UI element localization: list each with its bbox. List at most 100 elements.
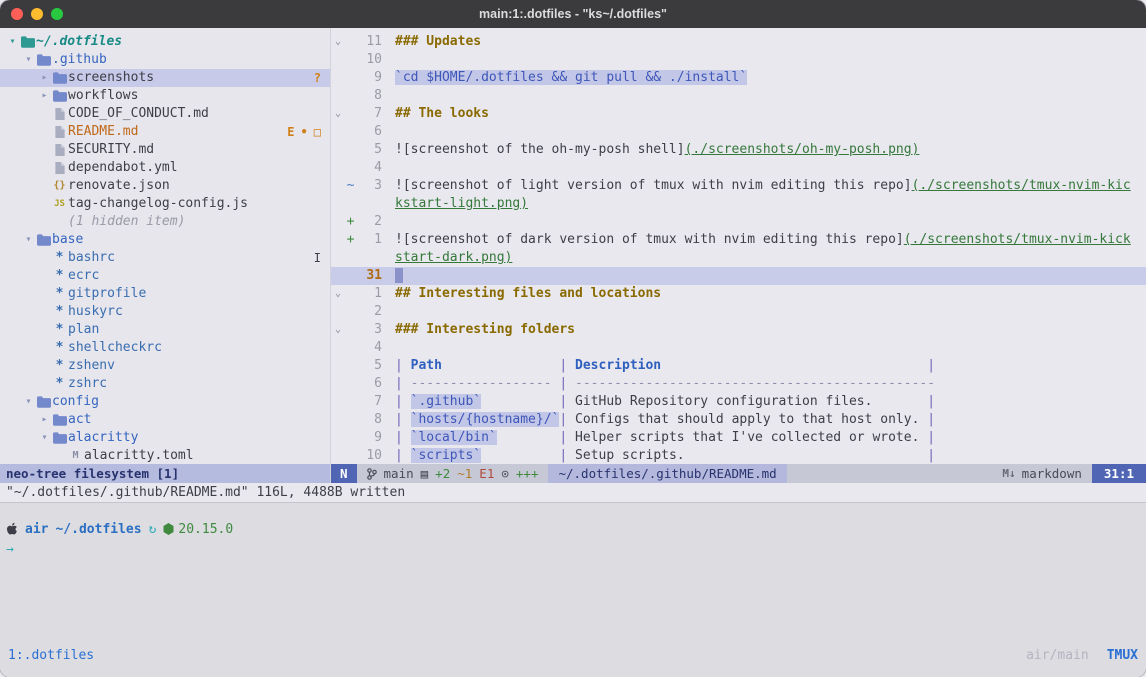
- file-icon: [55, 108, 65, 120]
- folder-tree-icon: [51, 432, 68, 444]
- tree-item[interactable]: *plan: [0, 321, 330, 339]
- editor-line[interactable]: ⌄ 11### Updates: [331, 33, 1146, 51]
- editor-line[interactable]: start-dark.png): [331, 249, 1146, 267]
- zoom-button[interactable]: [51, 8, 63, 20]
- tree-item[interactable]: ▸screenshots?: [0, 69, 330, 87]
- editor-line[interactable]: 4: [331, 159, 1146, 177]
- fold-chevron-icon[interactable]: ⌄: [331, 33, 345, 51]
- tree-item[interactable]: CODE_OF_CONDUCT.md: [0, 105, 330, 123]
- close-button[interactable]: [11, 8, 23, 20]
- editor-line[interactable]: +2: [331, 213, 1146, 231]
- prompt-hostname: air: [25, 522, 48, 537]
- editor-line[interactable]: 4: [331, 339, 1146, 357]
- tree-item[interactable]: SECURITY.md: [0, 141, 330, 159]
- tree-item[interactable]: ▾.github: [0, 51, 330, 69]
- fold-chevron-icon[interactable]: ⌄: [331, 285, 345, 303]
- tree-item[interactable]: {}renovate.json: [0, 177, 330, 195]
- text-segment-plain: Setup scripts.: [575, 448, 919, 463]
- folder-tree-icon: [51, 90, 68, 102]
- editor-line[interactable]: 5| Path | Description |: [331, 357, 1146, 375]
- text-segment-link: (./screenshots/tmux-nvim-kic: [912, 178, 1131, 193]
- prompt-arrow[interactable]: →: [6, 542, 1146, 562]
- titlebar[interactable]: main:1:.dotfiles - "ks~/.dotfiles": [0, 0, 1146, 28]
- sign-column: [345, 69, 356, 87]
- chevron-down-icon[interactable]: ▾: [22, 393, 35, 411]
- text-segment-th: Description: [575, 358, 661, 373]
- tree-item[interactable]: ▾~/.dotfiles: [0, 33, 330, 51]
- diff-added: +2: [435, 464, 450, 483]
- expander-spacer: [38, 321, 51, 339]
- tree-item-label: CODE_OF_CONDUCT.md: [68, 105, 209, 123]
- shell-pane[interactable]: air ~/.dotfiles ↻ 20.15.0 → 1:.dotfiles …: [0, 502, 1146, 677]
- tree-item[interactable]: ▾config: [0, 393, 330, 411]
- line-text: ![screenshot of dark version of tmux wit…: [395, 231, 1131, 249]
- folder-tree-icon: [35, 54, 52, 66]
- editor-line[interactable]: +1![screenshot of dark version of tmux w…: [331, 231, 1146, 249]
- tree-item-badges: I: [314, 249, 321, 267]
- tree-item[interactable]: dependabot.yml: [0, 159, 330, 177]
- tree-item-label: workflows: [68, 87, 138, 105]
- editor-line[interactable]: ~3![screenshot of light version of tmux …: [331, 177, 1146, 195]
- editor-line[interactable]: 9| `local/bin` | Helper scripts that I'v…: [331, 429, 1146, 447]
- tree-item[interactable]: *shellcheckrc: [0, 339, 330, 357]
- tree-item[interactable]: *ecrc: [0, 267, 330, 285]
- text-segment-pipe: |: [559, 412, 575, 427]
- editor-line[interactable]: ⌄ 1## Interesting files and locations: [331, 285, 1146, 303]
- editor-line[interactable]: 2: [331, 303, 1146, 321]
- editor-line[interactable]: 8: [331, 87, 1146, 105]
- chevron-down-icon[interactable]: ▾: [6, 33, 19, 51]
- editor-line[interactable]: 10| `scripts` | Setup scripts. |: [331, 447, 1146, 464]
- neotree-statusline: neo-tree filesystem [1]: [0, 464, 330, 483]
- tmux-window-name[interactable]: 1:.dotfiles: [8, 648, 94, 663]
- editor-line[interactable]: 6| ------------------ | ----------------…: [331, 375, 1146, 393]
- chevron-down-icon[interactable]: ▾: [22, 231, 35, 249]
- chevron-right-icon[interactable]: ▸: [38, 87, 51, 105]
- star-tree-icon: *: [51, 249, 68, 267]
- sign-column: [345, 411, 356, 429]
- tree-item[interactable]: *gitprofile: [0, 285, 330, 303]
- fold-chevron-icon[interactable]: ⌄: [331, 321, 345, 339]
- tree-item[interactable]: ▸ workflows: [0, 87, 330, 105]
- chevron-down-icon[interactable]: ▾: [22, 51, 35, 69]
- fold-column: [331, 303, 345, 321]
- tree-item[interactable]: README.mdE•□: [0, 123, 330, 141]
- editor-line[interactable]: 8| `hosts/{hostname}/`| Configs that sho…: [331, 411, 1146, 429]
- text-segment-code: `hosts/{hostname}/`: [411, 412, 560, 427]
- editor-line[interactable]: 10: [331, 51, 1146, 69]
- tree-item[interactable]: *bashrcI: [0, 249, 330, 267]
- chevron-right-icon[interactable]: ▸: [38, 411, 51, 429]
- editor-line[interactable]: kstart-light.png): [331, 195, 1146, 213]
- expander-spacer: [38, 195, 51, 213]
- editor-line[interactable]: ⌄ 3### Interesting folders: [331, 321, 1146, 339]
- tree-item[interactable]: *zshenv: [0, 357, 330, 375]
- tree-item[interactable]: ▾alacritty: [0, 429, 330, 447]
- tree-item-label: zshenv: [68, 357, 115, 375]
- tmux-session-name: air/main: [1026, 648, 1089, 663]
- editor-buffer[interactable]: ⌄ 11### Updates 10 9`cd $HOME/.dotfiles …: [331, 28, 1146, 464]
- tree-item[interactable]: JStag-changelog-config.js: [0, 195, 330, 213]
- editor-line[interactable]: ⌄ 7## The looks: [331, 105, 1146, 123]
- tree-item[interactable]: *huskyrc: [0, 303, 330, 321]
- editor-line[interactable]: 7| `.github` | GitHub Repository configu…: [331, 393, 1146, 411]
- dotfile-star-icon: *: [56, 267, 64, 285]
- nvim-main-row: ▾~/.dotfiles▾.github▸screenshots?▸workfl…: [0, 28, 1146, 483]
- text-segment-pipe: |: [552, 358, 575, 373]
- tree-item[interactable]: ▸act: [0, 411, 330, 429]
- minimize-button[interactable]: [31, 8, 43, 20]
- chevron-right-icon[interactable]: ▸: [38, 69, 51, 87]
- chevron-down-icon[interactable]: ▾: [38, 429, 51, 447]
- fold-column: [331, 447, 345, 464]
- tree-item[interactable]: ▾base: [0, 231, 330, 249]
- sign-column: [345, 357, 356, 375]
- fold-chevron-icon[interactable]: ⌄: [331, 105, 345, 123]
- text-segment-link: start-dark.png): [395, 250, 512, 265]
- folder-tree-icon: [51, 414, 68, 426]
- tree-item[interactable]: *zshrc: [0, 375, 330, 393]
- editor-line-current[interactable]: 31: [331, 267, 1146, 285]
- tree-item[interactable]: (1 hidden item): [0, 213, 330, 231]
- tree-item[interactable]: Malacritty.toml: [0, 447, 330, 464]
- fold-column: [331, 249, 345, 267]
- editor-line[interactable]: 9`cd $HOME/.dotfiles && git pull && ./in…: [331, 69, 1146, 87]
- editor-line[interactable]: 5![screenshot of the oh-my-posh shell](.…: [331, 141, 1146, 159]
- editor-line[interactable]: 6: [331, 123, 1146, 141]
